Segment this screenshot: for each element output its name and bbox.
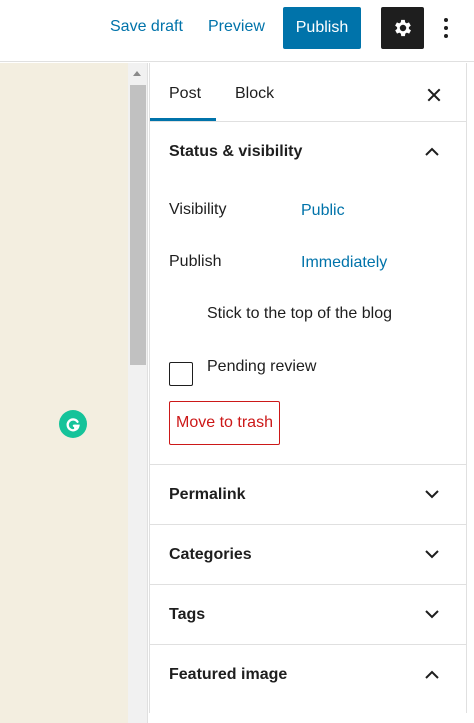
scroll-thumb[interactable] <box>130 85 146 365</box>
sidebar-tabs: Post Block <box>150 63 466 122</box>
featured-image-panel[interactable]: Featured image <box>150 645 466 705</box>
categories-title: Categories <box>169 546 252 563</box>
publish-button[interactable]: Publish <box>283 7 361 49</box>
tags-title: Tags <box>169 606 206 623</box>
permalink-title: Permalink <box>169 486 246 503</box>
grammarly-g-icon <box>66 418 80 432</box>
gear-icon <box>394 19 411 37</box>
save-draft-button[interactable]: Save draft <box>110 18 183 36</box>
settings-sidebar: Post Block Status & visibility Visibilit… <box>149 63 467 713</box>
chevron-down-icon <box>422 484 442 504</box>
settings-button[interactable] <box>381 7 424 49</box>
more-dot-icon <box>444 26 448 30</box>
more-options-button[interactable] <box>436 12 456 44</box>
publish-label: Publish <box>169 253 222 270</box>
more-dot-icon <box>444 34 448 38</box>
chevron-up-icon[interactable] <box>422 141 442 161</box>
editor-toolbar: Save draft Preview Publish <box>0 0 474 62</box>
tags-panel[interactable]: Tags <box>150 585 466 645</box>
close-icon <box>427 88 441 102</box>
permalink-panel[interactable]: Permalink <box>150 465 466 525</box>
grammarly-icon[interactable] <box>59 410 87 438</box>
close-sidebar-button[interactable] <box>422 83 446 107</box>
publish-date-button[interactable]: Immediately <box>301 254 387 272</box>
status-visibility-panel: Status & visibility Visibility Public Pu… <box>150 122 466 465</box>
editor-scrollbar[interactable] <box>128 63 148 723</box>
status-visibility-toggle[interactable]: Status & visibility <box>169 143 302 161</box>
stick-to-top-checkbox[interactable] <box>169 362 193 386</box>
tab-block[interactable]: Block <box>235 85 274 103</box>
tab-post[interactable]: Post <box>169 85 201 103</box>
pending-review-label[interactable]: Pending review <box>207 358 316 376</box>
more-dot-icon <box>444 18 448 22</box>
scroll-up-arrow-icon[interactable] <box>133 71 141 76</box>
move-to-trash-button[interactable]: Move to trash <box>169 401 280 445</box>
chevron-down-icon <box>422 604 442 624</box>
chevron-up-icon <box>422 664 442 684</box>
active-tab-indicator <box>150 118 216 121</box>
visibility-value-button[interactable]: Public <box>301 202 345 220</box>
editor-canvas[interactable] <box>0 63 128 723</box>
chevron-down-icon <box>422 544 442 564</box>
preview-button[interactable]: Preview <box>208 18 265 36</box>
featured-image-title: Featured image <box>169 666 288 683</box>
categories-panel[interactable]: Categories <box>150 525 466 585</box>
stick-to-top-label[interactable]: Stick to the top of the blog <box>207 305 392 323</box>
visibility-label: Visibility <box>169 201 227 218</box>
